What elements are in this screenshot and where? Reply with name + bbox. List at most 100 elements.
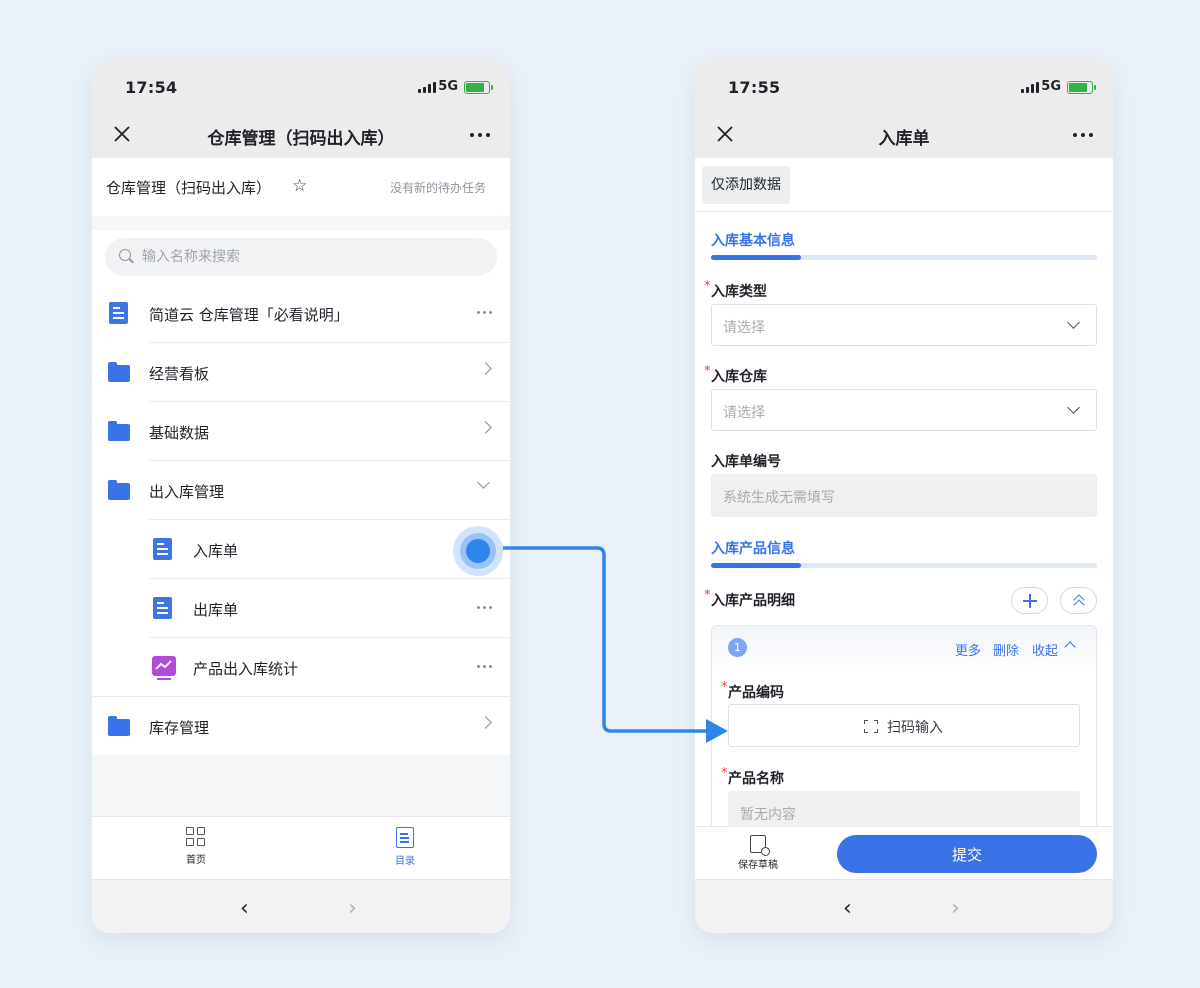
field-label-text: 产品名称 [728, 771, 784, 787]
back-icon[interactable]: ‹ [240, 896, 249, 921]
save-draft-button[interactable]: 保存草稿 [735, 835, 781, 871]
list-item[interactable]: 出库单 [92, 579, 510, 638]
list-item-label: 经营看板 [149, 365, 210, 383]
network-label: 5G [438, 79, 458, 94]
search-input[interactable] [142, 238, 482, 276]
app-header: 仓库管理（扫码出入库） ☆ 没有新的待办任务 [92, 158, 510, 216]
list-item-label: 出入库管理 [149, 483, 225, 501]
more-icon[interactable] [477, 606, 492, 609]
network-label: 5G [1041, 79, 1061, 94]
section-progress [711, 255, 1097, 260]
star-icon[interactable]: ☆ [292, 176, 307, 196]
scan-input-label: 扫码输入 [887, 720, 943, 736]
field-label: * 入库类型 [704, 279, 767, 301]
app-name: 仓库管理（扫码出入库） [106, 179, 272, 197]
grid-icon [186, 827, 206, 847]
tab-bar: 首页 目录 [92, 816, 510, 879]
detail-card-header: 1 更多 删除 收起 [712, 626, 1096, 672]
chevron-right-icon [479, 421, 492, 434]
more-icon[interactable] [1073, 133, 1093, 137]
delete-link[interactable]: 删除 [993, 640, 1019, 659]
collapse-all-button[interactable] [1060, 587, 1097, 614]
select-placeholder: 请选择 [723, 320, 765, 336]
list-item-label: 产品出入库统计 [193, 660, 299, 678]
list-item[interactable]: 产品出入库统计 [92, 638, 510, 697]
list-item[interactable]: 库存管理 [92, 697, 510, 756]
required-mark: * [721, 766, 728, 781]
collapse-link[interactable]: 收起 [1032, 640, 1058, 659]
more-icon[interactable] [470, 133, 490, 137]
divider [695, 211, 1113, 212]
field-label: * 产品编码 [721, 680, 784, 702]
list-item-label: 入库单 [193, 542, 239, 560]
form-icon [153, 538, 172, 560]
select-placeholder: 请选择 [723, 405, 765, 421]
chevron-up-icon[interactable] [1064, 641, 1076, 653]
add-row-button[interactable] [1011, 587, 1048, 614]
back-icon[interactable]: ‹ [843, 896, 852, 921]
chevron-down-icon [477, 476, 490, 489]
list-item[interactable]: 简道云 仓库管理「必看说明」 [92, 284, 510, 343]
list-item[interactable]: 出入库管理 [92, 461, 510, 520]
signal-icon [1021, 82, 1039, 93]
tab-home[interactable]: 首页 [166, 827, 226, 866]
todo-status: 没有新的待办任务 [389, 181, 486, 195]
folder-icon [108, 421, 130, 441]
list-item-label: 出库单 [193, 601, 239, 619]
battery-icon [464, 81, 493, 94]
document-icon [109, 302, 128, 324]
field-label: * 入库仓库 [704, 364, 767, 386]
scan-icon [864, 720, 878, 733]
signal-icon [418, 82, 436, 93]
browser-nav: ‹ › [92, 879, 510, 933]
navbar: 仓库管理（扫码出入库） [92, 112, 510, 158]
section-title: 入库产品信息 [711, 541, 795, 557]
submit-button[interactable]: 提交 [837, 835, 1097, 873]
action-bar: 保存草稿 提交 [695, 826, 1113, 879]
field-label: 入库单编号 [711, 454, 781, 470]
battery-icon [1067, 81, 1096, 94]
forward-icon[interactable]: › [348, 896, 357, 921]
field-label-text: 产品编码 [728, 685, 784, 701]
more-icon[interactable] [477, 311, 492, 314]
list-item[interactable]: 基础数据 [92, 402, 510, 461]
folder-icon [108, 362, 130, 382]
tab-catalog[interactable]: 目录 [375, 827, 435, 867]
readonly-placeholder: 暂无内容 [740, 807, 796, 823]
status-bar: 17:55 5G [695, 60, 1113, 112]
warehouse-select[interactable]: 请选择 [711, 389, 1097, 431]
list-item[interactable]: 经营看板 [92, 343, 510, 402]
page-title: 仓库管理（扫码出入库） [207, 129, 395, 149]
list-item[interactable]: 入库单 [92, 520, 510, 579]
required-mark: * [721, 680, 728, 695]
list-item-label: 简道云 仓库管理「必看说明」 [149, 306, 349, 324]
more-link[interactable]: 更多 [955, 640, 981, 659]
status-time: 17:55 [728, 78, 781, 97]
catalog-icon [396, 827, 414, 848]
chevron-down-icon [1067, 316, 1080, 329]
section-progress [711, 563, 1097, 568]
save-draft-label: 保存草稿 [738, 860, 778, 871]
required-mark: * [704, 364, 711, 379]
navbar: 入库单 [695, 112, 1113, 158]
tab-label: 目录 [395, 856, 415, 867]
scan-input-button[interactable]: 扫码输入 [728, 704, 1080, 747]
search-bar[interactable] [105, 238, 497, 276]
connector-line [503, 546, 710, 733]
status-bar: 17:54 5G [92, 60, 510, 112]
field-label: * 入库产品明细 [704, 588, 795, 610]
more-icon[interactable] [477, 665, 492, 668]
inbound-type-select[interactable]: 请选择 [711, 304, 1097, 346]
search-icon [119, 249, 131, 261]
catalog-list: 简道云 仓库管理「必看说明」 经营看板 基础数据 出入库管理 入 [92, 230, 510, 755]
dashboard-icon [152, 656, 176, 680]
list-item-label: 基础数据 [149, 424, 210, 442]
forward-icon[interactable]: › [951, 896, 960, 921]
browser-nav: ‹ › [695, 879, 1113, 933]
required-mark: * [704, 279, 711, 294]
only-add-data-button[interactable]: 仅添加数据 [702, 166, 790, 204]
order-number-field: 系统生成无需填写 [711, 474, 1097, 517]
field-label: * 产品名称 [721, 766, 784, 788]
chevron-down-icon [1067, 401, 1080, 414]
readonly-placeholder: 系统生成无需填写 [723, 490, 835, 506]
